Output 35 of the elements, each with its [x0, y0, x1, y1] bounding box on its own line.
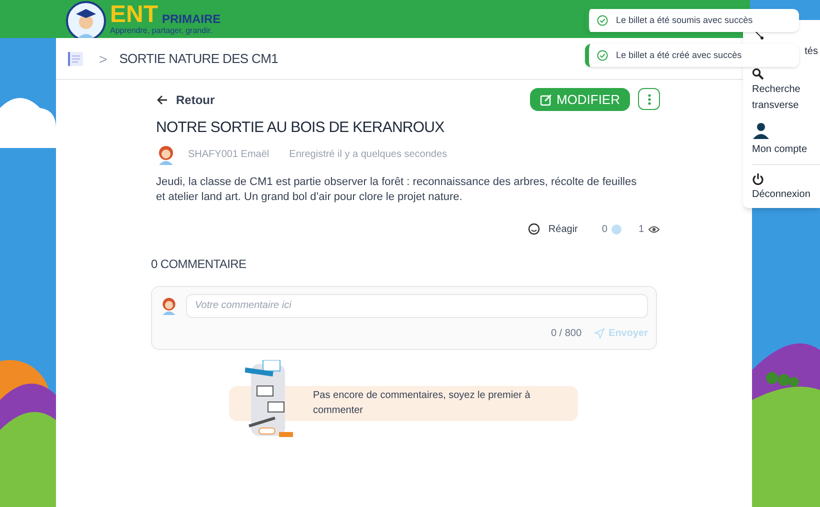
comments-heading: 0 COMMENTAIRE — [151, 256, 248, 272]
check-circle-icon — [597, 50, 608, 61]
more-options-button[interactable] — [638, 88, 660, 110]
post-title: NOTRE SORTIE AU BOIS DE KERANROUX — [156, 118, 446, 138]
menu-item[interactable]: Recherche transverse — [752, 68, 820, 114]
logo-letters: ENT — [110, 3, 158, 27]
send-icon — [594, 328, 605, 338]
menu-item[interactable]: Mon compte — [752, 122, 820, 158]
smiley-icon — [528, 223, 540, 235]
empty-message: Pas encore de commentaires, soyez le premier à commenter — [313, 389, 532, 418]
arrow-left-icon — [156, 94, 168, 106]
reaction-count: 0 — [602, 222, 608, 236]
check-circle-icon — [597, 15, 608, 26]
breadcrumb-separator: > — [99, 50, 108, 68]
power-icon — [752, 173, 764, 185]
saved-time: Enregistré il y a quelques secondes — [289, 148, 448, 162]
logo-word: PRIMAIRE — [162, 13, 221, 25]
avatar-icon — [160, 296, 178, 314]
tagline: Apprendre, partager, grandir. — [110, 27, 214, 35]
success-toast: Le billet a été créé avec succès — [585, 44, 799, 67]
author-name: SHAFY001 Emaël — [188, 148, 270, 162]
comment-field[interactable]: Votre commentaire ici — [186, 294, 648, 318]
back-button[interactable]: Retour — [156, 90, 215, 108]
view-count: 1 — [638, 222, 644, 236]
pencil-icon — [540, 94, 552, 106]
search-icon — [752, 68, 764, 80]
vertical-dots-icon — [648, 94, 650, 104]
avatar-icon — [156, 144, 176, 164]
breadcrumb-title: SORTIE NATURE DES CM1 — [119, 50, 278, 68]
character-counter: 0 / 800 — [550, 326, 582, 340]
react-button[interactable]: Réagir — [528, 222, 578, 236]
post-body: Jeudi, la classe de CM1 est partie observer la forêt : reconnaissance des arbres, récolte de feuilles et atelier land art. Un grand bol d’air pour clore le projet nature. — [156, 174, 638, 204]
eye-icon — [648, 224, 660, 234]
reaction-icon — [611, 224, 622, 234]
person-icon — [752, 122, 770, 140]
